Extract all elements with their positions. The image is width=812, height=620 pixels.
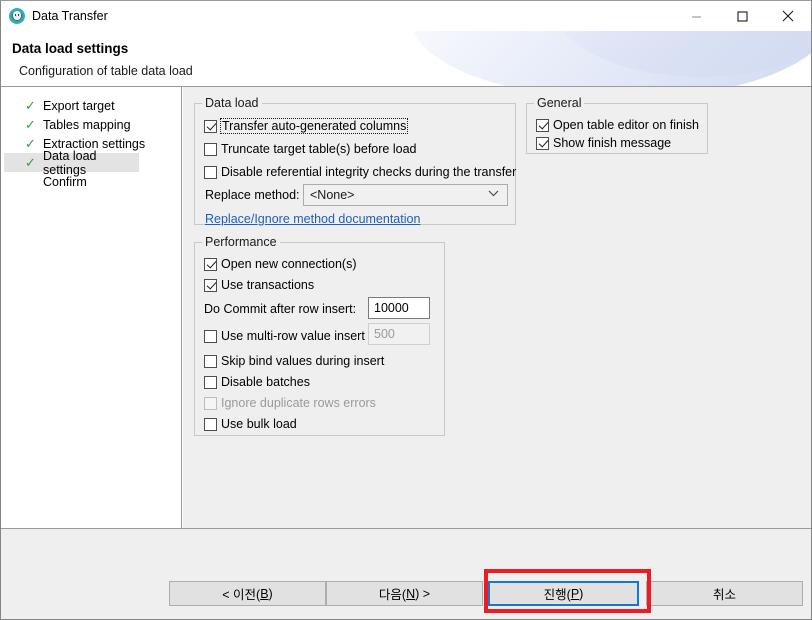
checkbox-label: Use multi-row value insert [221, 329, 365, 343]
checkbox-label: Disable referential integrity checks dur… [221, 165, 516, 179]
sidebar-item-label: Tables mapping [43, 118, 131, 132]
general-group: General Open table editor on finish Show… [526, 103, 708, 154]
replace-method-value: <None> [310, 188, 354, 202]
checkbox-box [204, 418, 217, 431]
checkbox-use-bulk-load[interactable]: Use bulk load [204, 415, 297, 433]
checkbox-use-multirow-value-insert[interactable]: Use multi-row value insert [204, 327, 365, 345]
wizard-sidebar: ✓ Export target ✓ Tables mapping ✓ Extra… [1, 87, 182, 528]
dbeaver-beaver-icon [9, 8, 25, 24]
checkbox-label: Ignore duplicate rows errors [221, 396, 376, 410]
checkbox-skip-bind-values-during-insert[interactable]: Skip bind values during insert [204, 352, 384, 370]
sidebar-item-label: Export target [43, 99, 115, 113]
checkbox-open-new-connections[interactable]: Open new connection(s) [204, 255, 357, 273]
proceed-button[interactable]: 진행(P) [488, 581, 639, 606]
next-button[interactable]: 다음(N) > [326, 581, 483, 606]
general-legend: General [534, 96, 584, 110]
checkbox-box [204, 355, 217, 368]
checkbox-label: Skip bind values during insert [221, 354, 384, 368]
checkbox-box [204, 258, 217, 271]
checkbox-label: Use transactions [221, 278, 314, 292]
checkbox-box [204, 120, 217, 133]
checkbox-box [204, 330, 217, 343]
check-icon: ✓ [25, 156, 38, 169]
checkbox-use-transactions[interactable]: Use transactions [204, 276, 314, 294]
cancel-button[interactable]: 취소 [646, 581, 803, 606]
checkbox-truncate-target-tables[interactable]: Truncate target table(s) before load [204, 140, 416, 158]
commit-row-count-input[interactable]: 10000 [368, 297, 430, 319]
commit-after-row-insert-label: Do Commit after row insert: [204, 302, 356, 316]
checkbox-box [204, 376, 217, 389]
checkbox-label: Use bulk load [221, 417, 297, 431]
sidebar-item-tables-mapping[interactable]: ✓ Tables mapping [1, 115, 182, 134]
sidebar-item-label: Confirm [43, 175, 87, 189]
minimize-icon[interactable] [673, 1, 719, 31]
wizard-header: Data load settings Configuration of tabl… [1, 31, 811, 86]
maximize-icon[interactable] [719, 1, 765, 31]
checkbox-label: Truncate target table(s) before load [221, 142, 416, 156]
content-area: ✓ Export target ✓ Tables mapping ✓ Extra… [1, 87, 811, 528]
checkbox-ignore-duplicate-rows-errors: Ignore duplicate rows errors [204, 394, 376, 412]
data-load-group: Data load Transfer auto-generated column… [194, 103, 516, 225]
checkbox-open-table-editor-on-finish[interactable]: Open table editor on finish [536, 116, 699, 134]
checkbox-box [204, 166, 217, 179]
checkbox-transfer-auto-generated-columns[interactable]: Transfer auto-generated columns [204, 117, 407, 135]
checkbox-disable-referential-integrity[interactable]: Disable referential integrity checks dur… [204, 163, 516, 181]
checkbox-label: Transfer auto-generated columns [221, 119, 407, 133]
wizard-footer: < 이전(B) 다음(N) > 진행(P) 취소 [1, 529, 811, 619]
performance-group: Performance Open new connection(s) Use t… [194, 242, 445, 436]
page-subtitle: Configuration of table data load [19, 64, 193, 78]
checkbox-box [204, 279, 217, 292]
checkbox-disable-batches[interactable]: Disable batches [204, 373, 310, 391]
close-icon[interactable] [765, 1, 811, 31]
check-icon: ✓ [25, 118, 38, 131]
replace-method-label: Replace method: [205, 188, 300, 202]
data-load-legend: Data load [202, 96, 262, 110]
checkbox-show-finish-message[interactable]: Show finish message [536, 134, 671, 152]
sidebar-item-export-target[interactable]: ✓ Export target [1, 96, 182, 115]
window-controls [673, 1, 811, 31]
sidebar-item-label: Data load settings [43, 149, 139, 177]
checkbox-label: Open table editor on finish [553, 118, 699, 132]
back-button[interactable]: < 이전(B) [169, 581, 326, 606]
performance-legend: Performance [202, 235, 280, 249]
settings-panel: Data load Transfer auto-generated column… [183, 87, 811, 528]
checkbox-box [536, 137, 549, 150]
data-transfer-window: Data Transfer Data load settings Configu… [0, 0, 812, 620]
checkbox-box [536, 119, 549, 132]
chevron-down-icon [488, 190, 499, 200]
sidebar-item-data-load-settings[interactable]: ✓ Data load settings [4, 153, 139, 172]
window-title: Data Transfer [32, 9, 108, 23]
checkbox-label: Open new connection(s) [221, 257, 357, 271]
replace-ignore-documentation-link[interactable]: Replace/Ignore method documentation [205, 212, 420, 226]
checkbox-box [204, 397, 217, 410]
page-title: Data load settings [12, 41, 128, 56]
multirow-size-input[interactable]: 500 [368, 323, 430, 345]
checkbox-box [204, 143, 217, 156]
check-icon: ✓ [25, 137, 38, 150]
check-icon: ✓ [25, 99, 38, 112]
title-bar: Data Transfer [1, 1, 811, 31]
replace-method-select[interactable]: <None> [303, 184, 508, 206]
wizard-step-list: ✓ Export target ✓ Tables mapping ✓ Extra… [1, 96, 182, 191]
checkbox-label: Show finish message [553, 136, 671, 150]
checkbox-label: Disable batches [221, 375, 310, 389]
